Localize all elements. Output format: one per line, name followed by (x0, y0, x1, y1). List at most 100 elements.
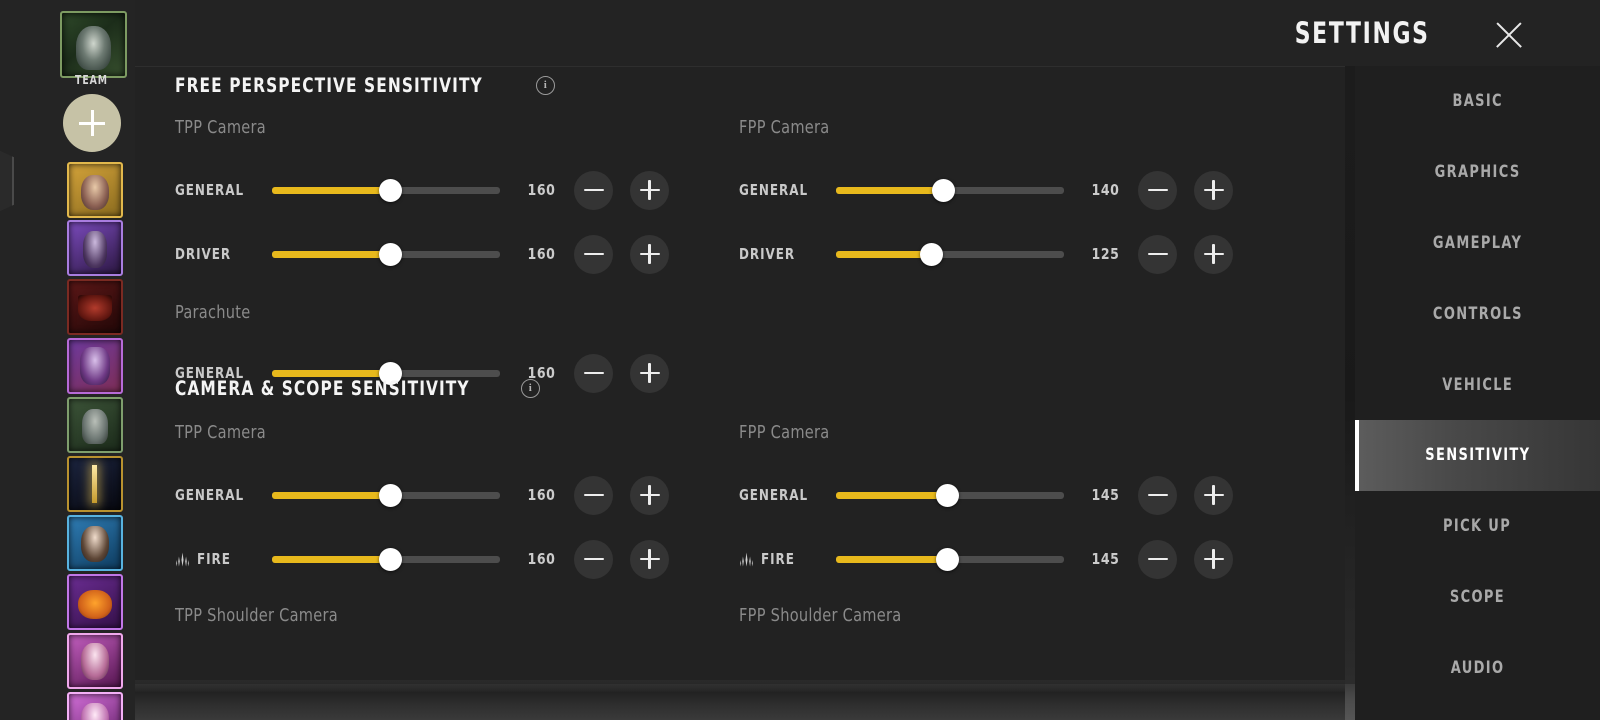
subsection-label: TPP Camera (175, 117, 267, 138)
character-card-4[interactable] (67, 338, 123, 394)
team-rail: TEAM (0, 0, 135, 720)
page-title: SETTINGS (1295, 16, 1430, 50)
character-card-10[interactable] (67, 692, 123, 720)
nav-item-controls[interactable]: CONTROLS (1355, 278, 1600, 349)
subsection-label: TPP Camera (175, 422, 267, 443)
nav-label: PICK UP (1443, 516, 1512, 537)
plus-icon[interactable] (1194, 234, 1233, 274)
settings-header: SETTINGS (135, 0, 1600, 66)
nav-label: SCOPE (1449, 586, 1506, 607)
slider-row-fpp-general: GENERAL 140 (739, 158, 1259, 222)
info-icon[interactable]: i (520, 379, 540, 398)
slider-track[interactable] (272, 483, 500, 507)
minus-icon[interactable] (574, 170, 613, 210)
slider-value: 145 (1091, 550, 1120, 568)
slider-track[interactable] (836, 242, 1064, 266)
slider-track[interactable] (836, 547, 1064, 571)
section-title: CAMERA & SCOPE SENSITIVITY (175, 377, 470, 400)
settings-category-nav: BASIC GRAPHICS GAMEPLAY CONTROLS VEHICLE… (1355, 66, 1600, 720)
row-label: FIRE (175, 550, 272, 568)
character-card-9[interactable] (67, 633, 123, 689)
plus-icon[interactable] (630, 170, 669, 210)
camera-scope-fpp-column: FPP Camera GENERAL 145 FIRE 145 FPP Shou… (739, 422, 1259, 626)
slider-knob[interactable] (379, 483, 403, 507)
subsection-label-fpp-shoulder: FPP Shoulder Camera (739, 605, 902, 626)
nav-item-gameplay[interactable]: GAMEPLAY (1355, 208, 1600, 279)
nav-label: GAMEPLAY (1432, 232, 1523, 253)
row-label: GENERAL (175, 181, 245, 199)
slider-row-tpp-cam-general: GENERAL 160 (175, 463, 695, 527)
slider-track[interactable] (836, 483, 1064, 507)
info-icon[interactable]: i (535, 76, 555, 95)
slider-track[interactable] (272, 178, 500, 202)
slider-row-tpp-cam-fire: FIRE 160 (175, 527, 695, 591)
nav-label: BASIC (1452, 91, 1503, 112)
slider-row-tpp-general: GENERAL 160 (175, 158, 695, 222)
slider-value: 140 (1091, 181, 1120, 199)
slider-value: 160 (527, 550, 556, 568)
character-card-7[interactable] (67, 515, 123, 571)
nav-item-basic[interactable]: BASIC (1355, 66, 1600, 137)
slider-row-fpp-cam-general: GENERAL 145 (739, 463, 1259, 527)
camera-scope-tpp-column: TPP Camera GENERAL 160 FIRE 160 TPP Shou… (175, 422, 695, 626)
nav-label: SENSITIVITY (1424, 445, 1531, 466)
minus-icon[interactable] (574, 234, 613, 274)
slider-knob[interactable] (379, 547, 403, 571)
nav-item-vehicle[interactable]: VEHICLE (1355, 349, 1600, 420)
plus-icon[interactable] (1194, 170, 1233, 210)
row-label: DRIVER (739, 245, 796, 263)
section-title: FREE PERSPECTIVE SENSITIVITY (175, 74, 483, 97)
team-avatar[interactable] (60, 11, 127, 78)
plus-icon[interactable] (1194, 539, 1233, 579)
slider-row-fpp-driver: DRIVER 125 (739, 222, 1259, 286)
slider-track[interactable] (836, 178, 1064, 202)
fire-icon (740, 551, 753, 567)
slider-knob[interactable] (936, 483, 960, 507)
character-card-8[interactable] (67, 574, 123, 630)
slider-knob[interactable] (379, 178, 403, 202)
slider-knob[interactable] (936, 547, 960, 571)
add-team-member-button[interactable] (63, 94, 121, 152)
plus-icon[interactable] (630, 475, 669, 515)
subsection-label-tpp-shoulder: TPP Shoulder Camera (175, 605, 338, 626)
section-free-perspective-header: FREE PERSPECTIVE SENSITIVITY i (175, 66, 1345, 97)
row-label: FIRE (739, 550, 836, 568)
character-card-6[interactable] (67, 456, 123, 512)
nav-item-pick-up[interactable]: PICK UP (1355, 491, 1600, 562)
slider-knob[interactable] (931, 178, 955, 202)
slider-value: 160 (527, 486, 556, 504)
nav-item-sensitivity[interactable]: SENSITIVITY (1355, 419, 1600, 491)
rail-collapse-handle[interactable] (0, 148, 14, 214)
character-card-1[interactable] (67, 162, 123, 218)
minus-icon[interactable] (1138, 475, 1177, 515)
row-label: GENERAL (739, 181, 809, 199)
free-perspective-tpp-column: TPP Camera GENERAL 160 DRIVER 160 Parach… (175, 117, 695, 405)
fire-icon (176, 551, 189, 567)
team-label: TEAM (75, 73, 108, 87)
row-label: GENERAL (175, 486, 245, 504)
character-card-3[interactable] (67, 279, 123, 335)
plus-icon[interactable] (630, 539, 669, 579)
nav-label: VEHICLE (1442, 374, 1513, 395)
slider-track[interactable] (272, 242, 500, 266)
nav-item-audio[interactable]: AUDIO (1355, 632, 1600, 703)
slider-knob[interactable] (920, 242, 944, 266)
minus-icon[interactable] (1138, 539, 1177, 579)
plus-icon[interactable] (630, 234, 669, 274)
nav-label: GRAPHICS (1434, 162, 1521, 183)
character-card-5[interactable] (67, 397, 123, 453)
slider-knob[interactable] (379, 242, 403, 266)
minus-icon[interactable] (574, 539, 613, 579)
close-icon[interactable] (1490, 16, 1528, 54)
nav-item-graphics[interactable]: GRAPHICS (1355, 137, 1600, 208)
subsection-label: FPP Camera (739, 422, 830, 443)
slider-track[interactable] (272, 547, 500, 571)
plus-icon[interactable] (1194, 475, 1233, 515)
character-card-2[interactable] (67, 220, 123, 276)
nav-item-scope[interactable]: SCOPE (1355, 562, 1600, 633)
subsection-label: FPP Camera (739, 117, 830, 138)
slider-row-tpp-driver: DRIVER 160 (175, 222, 695, 286)
minus-icon[interactable] (1138, 234, 1177, 274)
minus-icon[interactable] (574, 475, 613, 515)
minus-icon[interactable] (1138, 170, 1177, 210)
